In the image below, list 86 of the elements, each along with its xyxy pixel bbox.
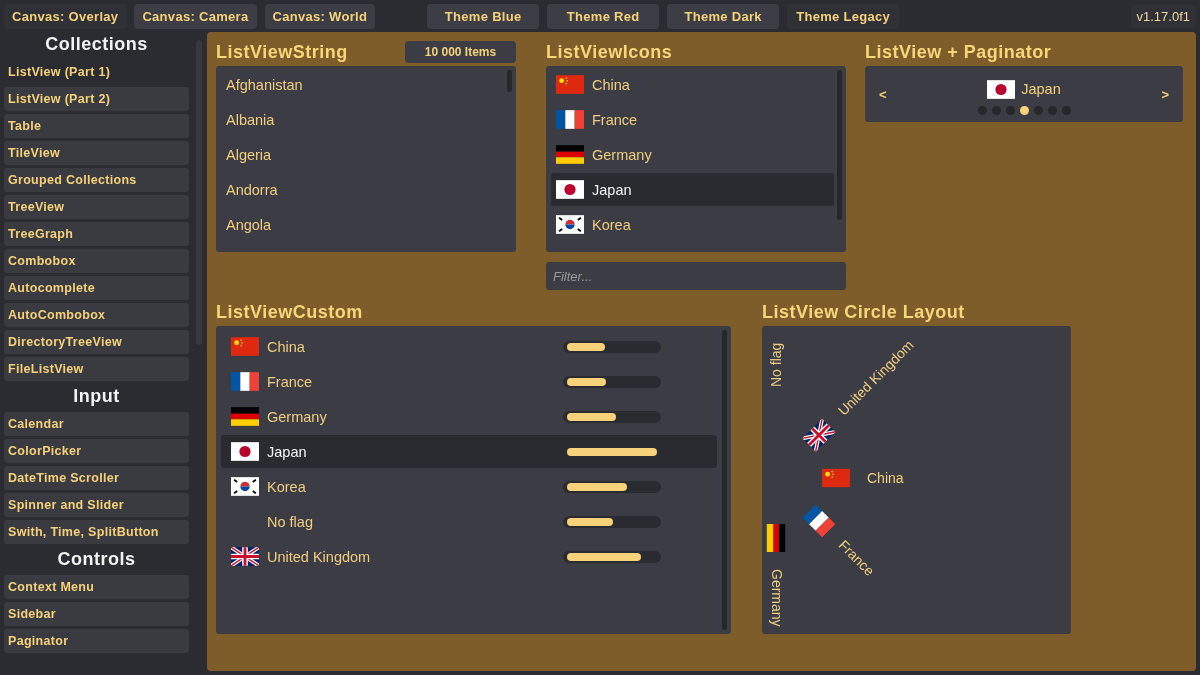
flag-icon (231, 337, 259, 356)
scrollbar[interactable] (722, 330, 727, 630)
page-dot[interactable] (1005, 105, 1015, 115)
panel-title: ListView + Paginator (865, 41, 1052, 63)
list-item[interactable]: United Kingdom (221, 540, 717, 573)
sidebar-item[interactable]: Sidebar (4, 602, 189, 626)
list-item[interactable]: Andorra (221, 173, 504, 208)
canvas-mode-button[interactable]: Canvas: Overlay (4, 3, 127, 29)
sidebar-item[interactable]: Table (4, 114, 189, 138)
sidebar-item[interactable]: ColorPicker (4, 439, 189, 463)
panel-title: ListView Circle Layout (762, 301, 965, 323)
section-heading: Collections (44, 33, 149, 56)
page-dot[interactable] (1019, 105, 1029, 115)
filter-field[interactable]: Filter... (546, 262, 846, 290)
flag-icon (231, 407, 259, 426)
list-item[interactable]: No flag (221, 505, 717, 538)
flag-icon (556, 110, 584, 129)
sidebar-item[interactable]: TreeGraph (4, 222, 189, 246)
page-dot[interactable] (977, 105, 987, 115)
flag-icon (987, 79, 1016, 99)
sidebar-item[interactable]: ListView (Part 2) (4, 87, 189, 111)
list-item[interactable]: Algeria (221, 138, 504, 173)
theme-button[interactable]: Theme Red (547, 3, 660, 29)
sidebar-item[interactable]: Calendar (4, 412, 189, 436)
sidebar-item[interactable]: DirectoryTreeView (4, 330, 189, 354)
list-item[interactable]: China (551, 68, 834, 101)
flag-icon (822, 468, 850, 488)
sidebar-item[interactable]: FileListView (4, 357, 189, 381)
flag-icon (231, 372, 259, 391)
theme-button[interactable]: Theme Legacy (787, 3, 900, 29)
list-item[interactable]: Korea (221, 470, 717, 503)
previous-page-button[interactable]: < (875, 86, 891, 102)
sidebar-item[interactable]: DateTime Scroller (4, 466, 189, 490)
canvas-mode-button[interactable]: Canvas: World (264, 3, 376, 29)
sidebar-item[interactable]: Context Menu (4, 575, 189, 599)
list-item[interactable]: France (551, 103, 834, 136)
panel-title: ListViewIcons (546, 41, 673, 63)
flag-icon (556, 75, 584, 94)
scrollbar[interactable] (507, 70, 512, 92)
list-item[interactable]: Albania (221, 103, 504, 138)
country-label[interactable]: No flag (767, 342, 785, 387)
list-item[interactable]: Japan (551, 173, 834, 206)
scrollbar[interactable] (837, 70, 842, 220)
list-item[interactable]: France (221, 365, 717, 398)
flag-icon (231, 477, 259, 496)
sidebar-item[interactable]: TileView (4, 141, 189, 165)
page-dot[interactable] (1033, 105, 1043, 115)
page-dot[interactable] (1061, 105, 1071, 115)
version-label: v1.17.0f1 (1130, 4, 1196, 28)
sidebar-item[interactable]: TreeView (4, 195, 189, 219)
list-item[interactable]: Germany (221, 400, 717, 433)
panel-title: ListViewCustom (216, 301, 363, 323)
country-label[interactable]: China (867, 469, 904, 487)
flag-icon (801, 503, 836, 538)
canvas-mode-button[interactable]: Canvas: Camera (134, 3, 257, 29)
sidebar-item[interactable]: Combobox (4, 249, 189, 273)
panel-title: ListViewString (216, 41, 348, 63)
list-item[interactable]: Japan (221, 435, 717, 468)
flag-icon (766, 524, 786, 552)
sidebar-item[interactable]: Autocomplete (4, 276, 189, 300)
page-dot[interactable] (991, 105, 1001, 115)
page-dot[interactable] (1047, 105, 1057, 115)
list-item[interactable]: Angola (221, 208, 504, 243)
next-page-button[interactable]: > (1157, 86, 1173, 102)
sidebar-item[interactable]: AutoCombobox (4, 303, 189, 327)
sidebar-item[interactable]: Swith, Time, SplitButton (4, 520, 189, 544)
sidebar-item[interactable]: ListView (Part 1) (4, 60, 189, 84)
sidebar-item[interactable]: Paginator (4, 629, 189, 653)
flag-icon (556, 145, 584, 164)
section-heading: Controls (56, 548, 137, 571)
item-count-badge: 10 000 Items (405, 41, 516, 63)
list-item[interactable]: Germany (551, 138, 834, 171)
flag-icon (231, 442, 259, 461)
list-item[interactable]: Afghanistan (221, 68, 504, 103)
section-heading: Input (72, 385, 121, 408)
flag-icon (556, 215, 584, 234)
sidebar-item[interactable]: Grouped Collections (4, 168, 189, 192)
theme-button[interactable]: Theme Dark (667, 3, 780, 29)
country-label[interactable]: Germany (767, 569, 785, 627)
theme-button[interactable]: Theme Blue (427, 3, 540, 29)
list-item[interactable]: Japan (987, 79, 1061, 99)
flag-icon (556, 180, 584, 199)
list-item[interactable]: Korea (551, 208, 834, 241)
list-item[interactable]: China (221, 330, 717, 363)
sidebar-item[interactable]: Spinner and Slider (4, 493, 189, 517)
flag-icon (231, 547, 259, 566)
